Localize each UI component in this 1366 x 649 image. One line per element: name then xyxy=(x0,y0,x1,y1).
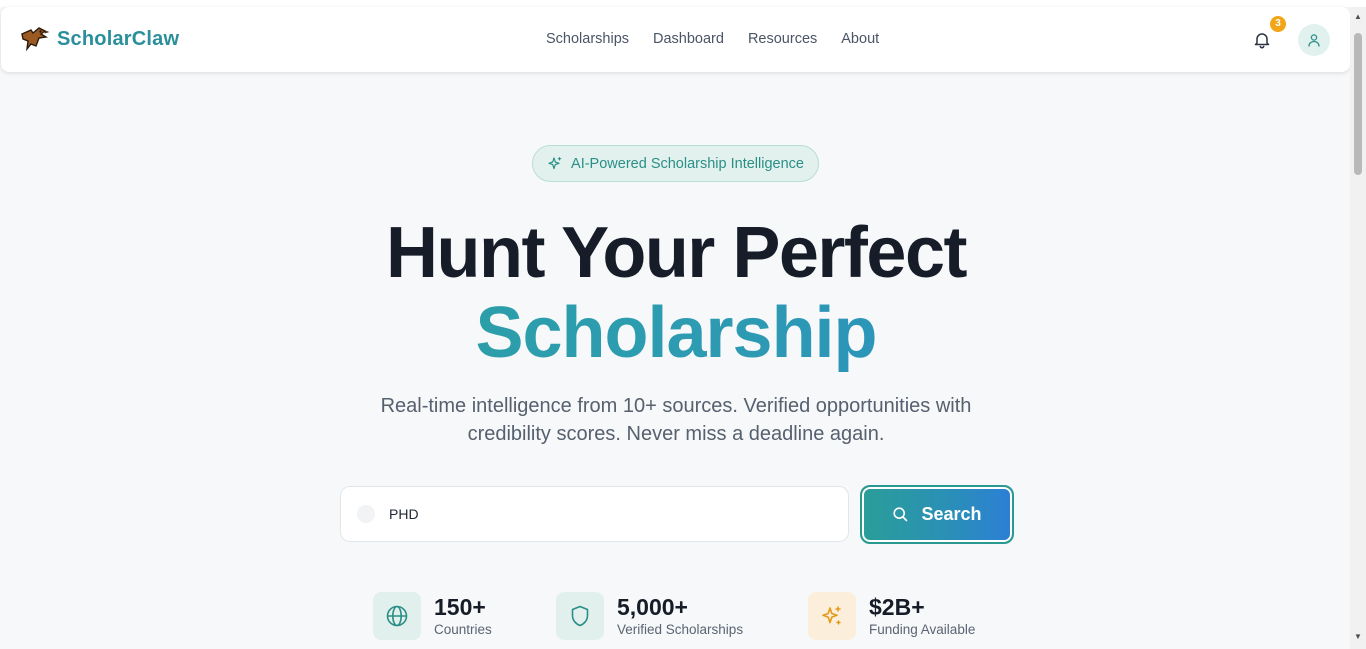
stat-label: Funding Available xyxy=(869,622,976,637)
nav-link-resources[interactable]: Resources xyxy=(748,31,817,47)
search-button[interactable]: Search xyxy=(860,485,1014,544)
notification-badge: 3 xyxy=(1270,16,1286,32)
scroll-up-arrow-icon[interactable]: ▲ xyxy=(1354,12,1362,21)
shield-icon xyxy=(571,605,589,627)
stat-verified-scholarships: 5,000+ Verified Scholarships xyxy=(556,592,743,640)
hero-title-highlight: Scholarship xyxy=(0,292,1352,374)
stat-value: 150+ xyxy=(434,594,486,620)
search-icon xyxy=(893,507,908,522)
search-field-icon xyxy=(357,505,375,523)
brand[interactable]: ScholarClaw xyxy=(19,24,179,54)
window-top-border xyxy=(0,0,1366,7)
globe-icon xyxy=(386,605,408,627)
stat-label: Verified Scholarships xyxy=(617,622,744,637)
main-nav: Scholarships Dashboard Resources About xyxy=(546,31,879,47)
brand-name: ScholarClaw xyxy=(57,27,180,50)
search-input[interactable] xyxy=(389,506,809,522)
ai-badge: AI-Powered Scholarship Intelligence xyxy=(532,145,819,182)
nav-link-about[interactable]: About xyxy=(841,31,879,47)
nav-link-scholarships[interactable]: Scholarships xyxy=(546,31,629,47)
scroll-down-arrow-icon[interactable]: ▼ xyxy=(1354,632,1362,641)
nav-link-dashboard[interactable]: Dashboard xyxy=(653,31,724,47)
stat-label: Countries xyxy=(434,622,492,637)
sparkles-icon xyxy=(822,606,841,625)
bell-icon[interactable] xyxy=(1252,30,1272,50)
avatar[interactable] xyxy=(1298,24,1330,56)
stat-icon-box xyxy=(373,592,421,640)
sparkle-icon xyxy=(548,156,562,169)
user-icon xyxy=(1308,34,1320,47)
scrollbar-thumb[interactable] xyxy=(1354,33,1362,175)
stat-icon-box xyxy=(556,592,604,640)
ai-badge-label: AI-Powered Scholarship Intelligence xyxy=(571,155,804,172)
stat-value: $2B+ xyxy=(869,594,925,620)
stat-icon-box xyxy=(808,592,856,640)
navbar: ScholarClaw Scholarships Dashboard Resou… xyxy=(1,7,1350,72)
eagle-logo-icon xyxy=(21,27,49,52)
hero-subtitle: Real-time intelligence from 10+ sources.… xyxy=(380,395,972,445)
stat-value: 5,000+ xyxy=(617,594,688,620)
stat-funding: $2B+ Funding Available xyxy=(808,592,975,640)
stat-countries: 150+ Countries xyxy=(373,592,492,640)
search-box xyxy=(340,486,849,542)
search-button-label: Search xyxy=(921,504,982,524)
hero-title: Hunt Your Perfect xyxy=(386,213,967,293)
